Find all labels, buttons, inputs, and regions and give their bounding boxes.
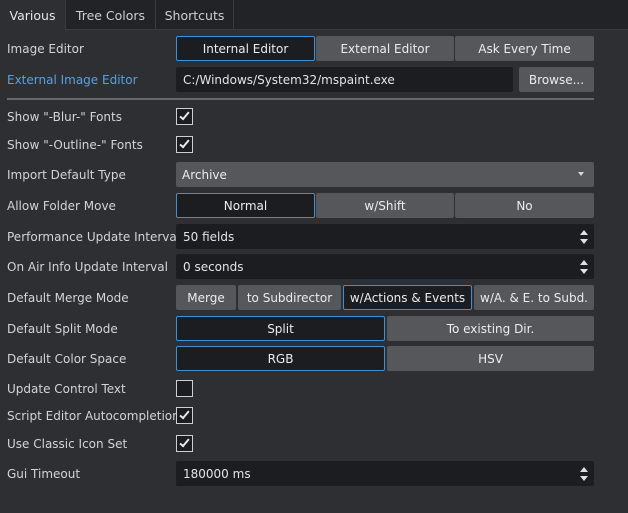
import-default-type-label: Import Default Type <box>7 167 126 182</box>
settings-panel: Image Editor Internal Editor External Ed… <box>0 31 600 513</box>
outline-fonts-row: Show "-Outline-" Fonts <box>0 132 600 157</box>
rgb-button[interactable]: RGB <box>176 346 385 371</box>
outline-fonts-label: Show "-Outline-" Fonts <box>7 137 143 152</box>
script-editor-autocompletion-row: Script Editor Autocompletion <box>0 403 600 428</box>
default-split-mode-row: Default Split Mode Split To existing Dir… <box>0 316 600 341</box>
split-button[interactable]: Split <box>176 316 385 341</box>
right-gutter <box>600 31 628 513</box>
script-editor-autocompletion-label: Script Editor Autocompletion <box>7 408 180 423</box>
tab-various[interactable]: Various <box>0 0 66 31</box>
use-classic-icon-set-row: Use Classic Icon Set <box>0 431 600 456</box>
external-image-editor-label[interactable]: External Image Editor <box>7 67 138 92</box>
update-control-text-label: Update Control Text <box>7 381 126 396</box>
performance-update-interval-spinbox[interactable]: 50 fields <box>176 224 594 249</box>
allow-folder-move-label: Allow Folder Move <box>7 198 116 213</box>
to-existing-dir-button[interactable]: To existing Dir. <box>387 316 594 341</box>
chevron-down-icon <box>578 172 584 176</box>
tab-label: Tree Colors <box>75 7 146 23</box>
allow-folder-move-row: Allow Folder Move Normal w/Shift No <box>0 193 600 218</box>
check-icon <box>179 436 190 448</box>
gui-timeout-row: Gui Timeout 180000 ms <box>0 461 600 486</box>
folder-move-no-button[interactable]: No <box>455 193 594 218</box>
external-image-editor-path-field[interactable]: C:/Windows/System32/mspaint.exe <box>176 67 513 92</box>
use-classic-icon-set-label: Use Classic Icon Set <box>7 436 128 451</box>
spinner-arrows-icon[interactable] <box>580 230 588 244</box>
tab-label: Shortcuts <box>164 7 225 23</box>
check-icon <box>179 408 190 420</box>
with-actions-events-button[interactable]: w/Actions & Events <box>343 285 472 310</box>
on-air-info-update-interval-label: On Air Info Update Interval <box>7 259 168 274</box>
script-editor-autocompletion-checkbox[interactable] <box>176 407 193 424</box>
import-default-type-row: Import Default Type Archive <box>0 162 600 187</box>
tab-bar: Various Tree Colors Shortcuts <box>0 0 628 31</box>
on-air-info-update-interval-spinbox[interactable]: 0 seconds <box>176 254 594 279</box>
merge-button[interactable]: Merge <box>176 285 236 310</box>
spinner-arrows-icon[interactable] <box>580 260 588 274</box>
ask-every-time-button[interactable]: Ask Every Time <box>455 36 594 61</box>
section-divider <box>7 98 594 100</box>
spinbox-value: 50 fields <box>183 229 235 244</box>
external-editor-button[interactable]: External Editor <box>316 36 454 61</box>
tab-label: Various <box>9 8 56 23</box>
spinbox-value: 180000 ms <box>183 466 251 481</box>
default-merge-mode-row: Default Merge Mode Merge to Subdirector … <box>0 285 600 310</box>
spinner-arrows-icon[interactable] <box>580 467 588 481</box>
image-editor-row: Image Editor Internal Editor External Ed… <box>0 36 600 61</box>
image-editor-label: Image Editor <box>7 41 84 56</box>
update-control-text-row: Update Control Text <box>0 376 600 401</box>
with-ae-to-subdir-button[interactable]: w/A. & E. to Subd. <box>474 285 594 310</box>
gui-timeout-label: Gui Timeout <box>7 466 81 481</box>
blur-fonts-row: Show "-Blur-" Fonts <box>0 104 600 129</box>
browse-button[interactable]: Browse... <box>519 67 594 92</box>
tab-tree-colors[interactable]: Tree Colors <box>66 0 156 30</box>
import-default-type-dropdown[interactable]: Archive <box>176 162 594 187</box>
spinbox-value: 0 seconds <box>183 259 244 274</box>
default-split-mode-label: Default Split Mode <box>7 321 118 336</box>
blur-fonts-checkbox[interactable] <box>176 108 193 125</box>
tab-shortcuts[interactable]: Shortcuts <box>156 0 234 30</box>
default-color-space-label: Default Color Space <box>7 351 127 366</box>
on-air-info-update-interval-row: On Air Info Update Interval 0 seconds <box>0 254 600 279</box>
check-icon <box>179 137 190 149</box>
hsv-button[interactable]: HSV <box>387 346 594 371</box>
gui-timeout-spinbox[interactable]: 180000 ms <box>176 461 594 486</box>
external-image-editor-row: External Image Editor C:/Windows/System3… <box>0 67 600 92</box>
default-color-space-row: Default Color Space RGB HSV <box>0 346 600 371</box>
check-icon <box>179 109 190 121</box>
dropdown-value: Archive <box>182 167 227 182</box>
internal-editor-button[interactable]: Internal Editor <box>176 36 315 61</box>
performance-update-interval-label: Performance Update Interval <box>7 229 181 244</box>
default-merge-mode-label: Default Merge Mode <box>7 290 129 305</box>
outline-fonts-checkbox[interactable] <box>176 136 193 153</box>
to-subdirector-button[interactable]: to Subdirector <box>238 285 341 310</box>
folder-move-shift-button[interactable]: w/Shift <box>316 193 454 218</box>
folder-move-normal-button[interactable]: Normal <box>176 193 315 218</box>
blur-fonts-label: Show "-Blur-" Fonts <box>7 109 122 124</box>
update-control-text-checkbox[interactable] <box>176 380 193 397</box>
performance-update-interval-row: Performance Update Interval 50 fields <box>0 224 600 249</box>
use-classic-icon-set-checkbox[interactable] <box>176 435 193 452</box>
